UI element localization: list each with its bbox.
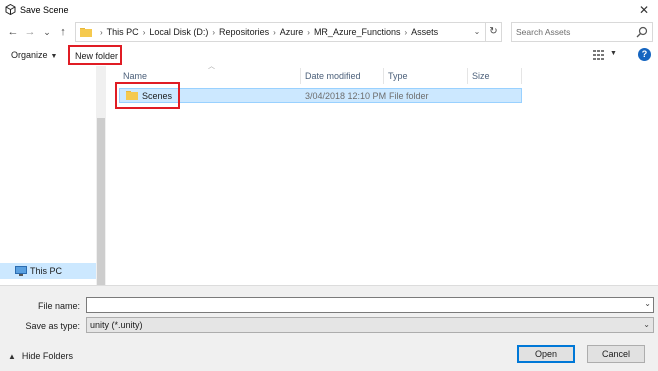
file-list: ︿ Name Date modified Type Size Scenes 3/… bbox=[107, 63, 658, 285]
recent-locations-chevron-icon[interactable]: ⌄ bbox=[40, 25, 54, 39]
annotation-highlight-box bbox=[115, 82, 180, 109]
search-placeholder: Search Assets bbox=[516, 27, 571, 37]
new-folder-label: New folder bbox=[75, 51, 119, 61]
help-icon[interactable]: ? bbox=[638, 48, 651, 61]
navigation-pane: This PC bbox=[0, 66, 107, 296]
change-view-icon[interactable] bbox=[593, 50, 605, 60]
breadcrumb-repositories[interactable]: Repositories bbox=[219, 27, 269, 37]
navigation-bar: ← → ⌄ ↑ › This PC › Local Disk (D:) › Re… bbox=[0, 20, 658, 44]
save-form: File name: ⌄ Save as type: unity (*.unit… bbox=[0, 285, 658, 371]
breadcrumb-separator-icon: › bbox=[307, 27, 310, 37]
hide-folders-toggle[interactable]: ▲ Hide Folders bbox=[8, 351, 73, 361]
breadcrumb-assets[interactable]: Assets bbox=[411, 27, 438, 37]
nav-item-label: This PC bbox=[30, 266, 63, 276]
date-modified-cell: 3/04/2018 12:10 PM bbox=[305, 91, 387, 101]
organize-label: Organize bbox=[11, 50, 48, 60]
address-bar[interactable]: › This PC › Local Disk (D:) › Repositori… bbox=[75, 22, 502, 42]
scrollbar-thumb[interactable] bbox=[97, 118, 105, 296]
column-header-size[interactable]: Size bbox=[468, 68, 522, 84]
breadcrumb-separator-icon: › bbox=[273, 27, 276, 37]
search-icon bbox=[636, 26, 648, 38]
breadcrumb-azure[interactable]: Azure bbox=[280, 27, 304, 37]
file-name-label: File name: bbox=[37, 301, 80, 311]
breadcrumb-separator-icon: › bbox=[100, 27, 103, 37]
save-as-type-value: unity (*.unity) bbox=[90, 320, 143, 330]
title-bar: Save Scene ✕ bbox=[0, 0, 658, 20]
breadcrumb-local-disk[interactable]: Local Disk (D:) bbox=[149, 27, 208, 37]
breadcrumb-separator-icon: › bbox=[212, 27, 216, 37]
forward-arrow-icon[interactable]: → bbox=[23, 25, 37, 39]
navigation-scrollbar[interactable] bbox=[96, 66, 106, 296]
breadcrumb-mr-azure-functions[interactable]: MR_Azure_Functions bbox=[314, 27, 401, 37]
breadcrumb-separator-icon: › bbox=[404, 27, 408, 37]
back-arrow-icon[interactable]: ← bbox=[6, 25, 20, 39]
hide-folders-label: Hide Folders bbox=[21, 351, 73, 361]
file-name-field[interactable] bbox=[86, 297, 654, 313]
close-icon[interactable]: ✕ bbox=[636, 2, 652, 18]
breadcrumb: › This PC › Local Disk (D:) › Repositori… bbox=[96, 23, 438, 41]
view-options-caret-icon[interactable]: ▼ bbox=[610, 50, 617, 57]
refresh-icon[interactable]: ↻ bbox=[485, 23, 501, 41]
computer-icon bbox=[15, 266, 27, 276]
folder-icon bbox=[80, 28, 92, 37]
caret-down-icon: ▼ bbox=[50, 53, 58, 60]
organize-button[interactable]: Organize ▼ bbox=[11, 50, 57, 60]
save-as-type-dropdown-icon[interactable]: ⌄ bbox=[643, 318, 650, 332]
window-title: Save Scene bbox=[20, 5, 69, 15]
nav-item-this-pc[interactable]: This PC bbox=[0, 263, 96, 279]
unity-logo-icon bbox=[5, 4, 16, 15]
breadcrumb-this-pc[interactable]: This PC bbox=[107, 27, 139, 37]
breadcrumb-separator-icon: › bbox=[142, 27, 146, 37]
new-folder-button[interactable]: New folder bbox=[68, 45, 122, 65]
chevron-up-icon: ▲ bbox=[8, 352, 16, 361]
cancel-button[interactable]: Cancel bbox=[587, 345, 645, 363]
open-button[interactable]: Open bbox=[517, 345, 575, 363]
column-header-date-modified[interactable]: Date modified bbox=[301, 68, 384, 84]
column-header-type[interactable]: Type bbox=[384, 68, 468, 84]
type-cell: File folder bbox=[389, 91, 429, 101]
command-bar: Organize ▼ New folder ▼ ? bbox=[0, 44, 658, 66]
save-as-type-select[interactable]: unity (*.unity) ⌄ bbox=[86, 317, 654, 333]
up-arrow-icon[interactable]: ↑ bbox=[56, 25, 70, 39]
search-input[interactable]: Search Assets bbox=[511, 22, 653, 42]
save-as-type-label: Save as type: bbox=[25, 321, 80, 331]
address-dropdown-icon[interactable]: ⌄ bbox=[470, 24, 484, 40]
